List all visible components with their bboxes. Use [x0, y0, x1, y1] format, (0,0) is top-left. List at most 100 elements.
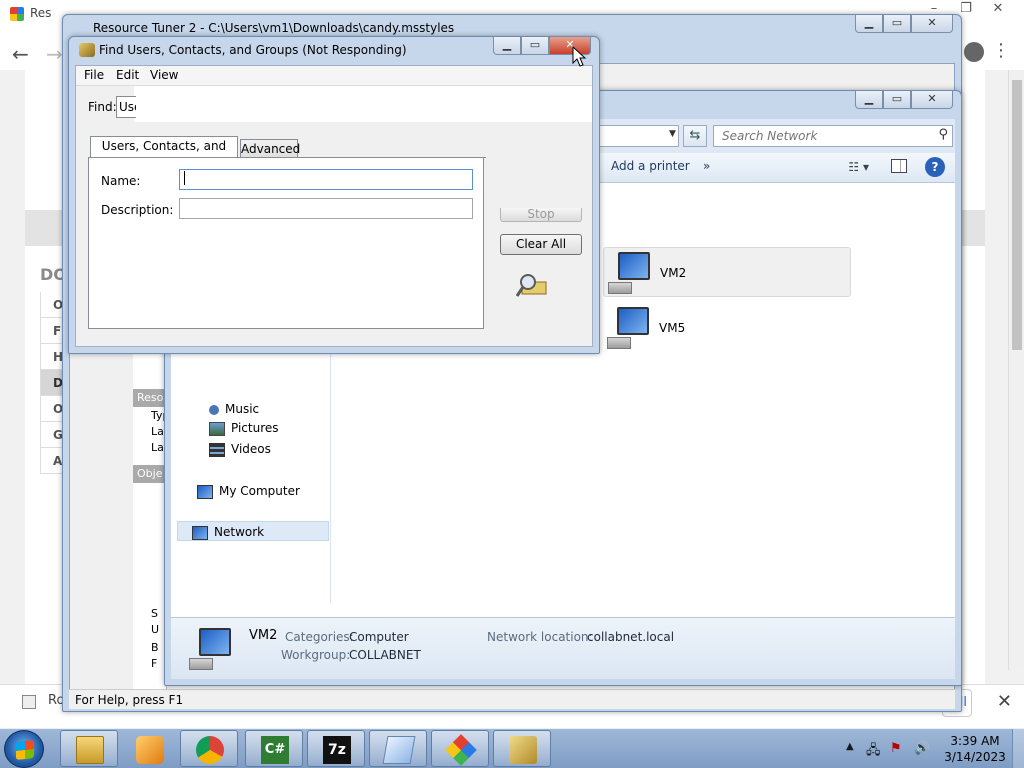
- categories-value: Computer: [349, 630, 409, 644]
- refresh-icon: ⇆: [689, 128, 701, 143]
- search-animation-icon: [516, 274, 547, 297]
- refresh-button[interactable]: ⇆: [683, 125, 707, 147]
- back-arrow-icon[interactable]: ←: [12, 42, 29, 66]
- taskbar-app-notepad[interactable]: [369, 730, 427, 767]
- scrollbar-thumb[interactable]: [1012, 80, 1022, 350]
- find-users-dialog: Find Users, Contacts, and Groups (Not Re…: [68, 36, 600, 354]
- stop-button[interactable]: Stop: [500, 208, 582, 222]
- taskbar-app-csharp-editor[interactable]: C#: [245, 730, 303, 767]
- nav-item-music[interactable]: Music: [209, 399, 259, 419]
- clock[interactable]: 3:39 AM 3/14/2023: [940, 733, 1010, 765]
- help-icon[interactable]: ?: [925, 157, 945, 177]
- site-logo-icon: [10, 6, 24, 21]
- close-button[interactable]: ✕: [911, 91, 953, 109]
- clock-time: 3:39 AM: [950, 734, 1000, 748]
- taskbar-app-find-search[interactable]: [493, 730, 551, 767]
- description-label: Description:: [101, 203, 174, 217]
- browser-scrollbar[interactable]: [1008, 70, 1024, 670]
- resource-tuner-title: Resource Tuner 2 - C:\Users\vm1\Download…: [93, 21, 455, 35]
- menu-edit[interactable]: Edit: [116, 68, 139, 82]
- close-button[interactable]: ✕: [911, 15, 953, 33]
- computer-name: VM2: [660, 266, 687, 280]
- name-input[interactable]: [179, 169, 473, 190]
- more-commands-button[interactable]: »: [703, 159, 710, 173]
- menu-view[interactable]: View: [150, 68, 178, 82]
- mouse-cursor-icon: [572, 46, 587, 67]
- search-icon[interactable]: ⚲: [938, 127, 948, 142]
- resource-tuner-icon: [445, 734, 477, 766]
- find-dialog-icon: [79, 43, 95, 57]
- network-location-value: collabnet.local: [587, 630, 675, 644]
- maximize-button[interactable]: ▭: [883, 15, 911, 33]
- tab-advanced[interactable]: Advanced: [240, 139, 300, 159]
- search-box[interactable]: ⚲: [713, 125, 953, 147]
- computer-icon: [608, 252, 652, 294]
- csharp-icon: C#: [261, 736, 289, 764]
- details-name: VM2: [249, 628, 278, 643]
- taskbar-app-7zip[interactable]: 7z: [307, 730, 365, 767]
- show-desktop-button[interactable]: [1012, 729, 1024, 768]
- find-dialog-client: File Edit View Find: Use Users, Contacts…: [75, 65, 593, 347]
- resource-tree-pane[interactable]: [133, 305, 167, 705]
- find-search-icon: [509, 736, 537, 764]
- clear-all-button[interactable]: Clear All: [500, 234, 582, 255]
- videos-icon: [209, 442, 225, 457]
- tab-users-contacts-groups[interactable]: Users, Contacts, and Groups: [90, 136, 238, 171]
- unpainted-area: [134, 86, 592, 122]
- tree-row[interactable]: La: [151, 441, 164, 454]
- tree-row[interactable]: U: [151, 623, 159, 636]
- taskbar-app-explorer[interactable]: [60, 730, 118, 767]
- views-icon[interactable]: ☷ ▾: [848, 160, 869, 174]
- browser-tab[interactable]: Res: [10, 6, 51, 21]
- nav-item-network[interactable]: Network: [177, 521, 329, 541]
- tree-row[interactable]: F: [151, 657, 157, 670]
- close-download-bar-icon[interactable]: ✕: [997, 691, 1012, 712]
- nav-item-my-computer[interactable]: My Computer: [197, 481, 300, 501]
- clock-date: 3/14/2023: [944, 750, 1006, 764]
- profile-avatar[interactable]: [964, 42, 984, 62]
- maximize-button[interactable]: ▭: [521, 37, 549, 55]
- resource-tuner-caption-buttons: ▁ ▭ ✕: [855, 15, 953, 33]
- workgroup-value: COLLABNET: [349, 648, 421, 662]
- action-center-icon[interactable]: ⚑: [890, 741, 906, 757]
- search-criteria-panel: Name: Description:: [88, 157, 484, 329]
- pictures-icon: [209, 421, 225, 436]
- resource-header: Reso: [133, 389, 167, 407]
- find-type-combo[interactable]: Use: [116, 96, 136, 118]
- address-dropdown-icon[interactable]: ▼: [669, 129, 676, 139]
- start-button[interactable]: [4, 730, 44, 768]
- find-label: Find:: [88, 100, 117, 114]
- preview-pane-icon[interactable]: [891, 159, 907, 173]
- tray-expand-icon[interactable]: ▲: [846, 741, 854, 752]
- notepad-icon: [382, 736, 416, 764]
- nav-item-videos[interactable]: Videos: [209, 439, 271, 459]
- maximize-button[interactable]: ▭: [883, 91, 911, 109]
- computer-item-vm2[interactable]: VM2: [603, 247, 851, 297]
- computer-item-vm5[interactable]: VM5: [603, 303, 723, 353]
- file-icon: [22, 695, 36, 709]
- search-input[interactable]: [720, 128, 920, 144]
- volume-icon[interactable]: 🔊: [914, 741, 930, 757]
- menu-dots-icon[interactable]: ⋮: [992, 40, 1010, 61]
- network-tray-icon[interactable]: 🖧: [866, 741, 882, 758]
- description-input[interactable]: [179, 198, 473, 219]
- taskbar-app-media-player[interactable]: [120, 730, 178, 767]
- minimize-button[interactable]: ▁: [855, 15, 883, 33]
- network-caption-buttons: ▁ ▭ ✕: [855, 91, 953, 109]
- menu-file[interactable]: File: [84, 68, 104, 82]
- forward-arrow-icon[interactable]: →: [46, 42, 63, 66]
- minimize-button[interactable]: ▁: [855, 91, 883, 109]
- tree-row[interactable]: B: [151, 641, 159, 654]
- minimize-button[interactable]: ▁: [493, 37, 521, 55]
- nav-item-label: Pictures: [231, 421, 279, 435]
- taskbar-app-resource-tuner[interactable]: [431, 730, 489, 767]
- tree-row[interactable]: S: [151, 607, 158, 620]
- close-icon[interactable]: ✕: [982, 0, 1014, 18]
- windows-logo-icon: [16, 740, 34, 760]
- name-label: Name:: [101, 174, 141, 188]
- taskbar-app-chrome[interactable]: [180, 730, 238, 767]
- add-printer-button[interactable]: Add a printer: [611, 159, 690, 173]
- computer-icon: [607, 307, 651, 349]
- nav-item-pictures[interactable]: Pictures: [209, 418, 279, 438]
- tree-row[interactable]: La: [151, 425, 164, 438]
